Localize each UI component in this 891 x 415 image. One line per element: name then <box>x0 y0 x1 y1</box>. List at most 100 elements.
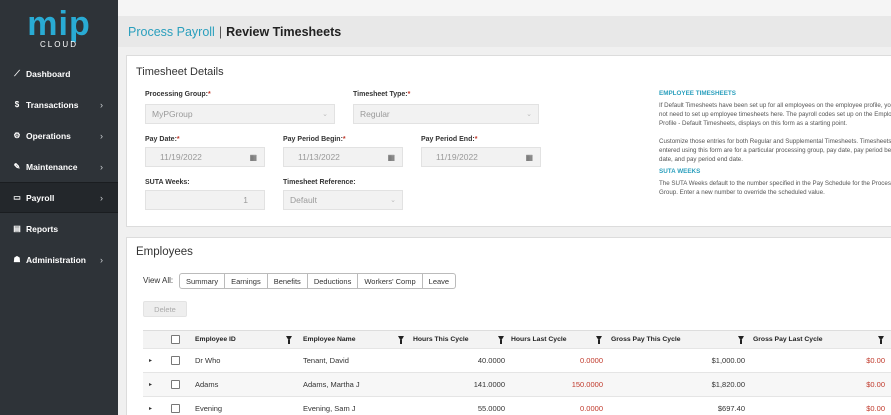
col-gross-last-label: Gross Pay Last Cycle <box>753 336 823 343</box>
suta-weeks-label: SUTA Weeks: <box>145 179 190 186</box>
view-tab-workers-comp[interactable]: Workers' Comp <box>358 273 423 289</box>
timesheet-details-title: Timesheet Details <box>136 66 224 78</box>
col-employee-name[interactable]: Employee Name <box>303 331 407 348</box>
suta-weeks-text: The SUTA Weeks default to the number spe… <box>659 180 891 196</box>
employees-title: Employees <box>136 246 193 258</box>
table-row[interactable]: ▸ Dr Who Tenant, David 40.0000 0.0000 $1,000.… <box>143 349 891 373</box>
chevron-right-icon: › <box>100 254 103 265</box>
money-icon: ▭ <box>13 193 21 202</box>
sidebar-item-operations[interactable]: ⚙ Operations › <box>0 120 118 151</box>
sidebar-item-label: Reports <box>26 223 59 234</box>
delete-button[interactable]: Delete <box>143 301 187 317</box>
cell-hours-last-cycle: 150.0000 <box>571 380 603 389</box>
sidebar-item-payroll[interactable]: ▭ Payroll › <box>0 182 118 213</box>
sidebar-item-label: Transactions <box>26 99 79 110</box>
users-icon: ☗ <box>13 255 21 264</box>
col-hours-this-cycle[interactable]: Hours This Cycle <box>413 331 507 348</box>
pay-date-field[interactable]: 11/19/2022 ▦ <box>145 147 265 167</box>
filter-icon[interactable] <box>596 336 602 344</box>
view-tab-summary[interactable]: Summary <box>179 273 226 289</box>
select-all-cell <box>171 331 183 348</box>
filter-icon[interactable] <box>878 336 884 344</box>
filter-icon[interactable] <box>498 336 504 344</box>
sidebar-item-dashboard[interactable]: ⟋ Dashboard <box>0 58 118 89</box>
dollar-icon: $ <box>14 100 20 109</box>
view-tab-earnings[interactable]: Earnings <box>225 273 268 289</box>
filter-icon[interactable] <box>738 336 744 344</box>
col-employee-id-label: Employee ID <box>195 336 236 343</box>
view-tab-leave[interactable]: Leave <box>422 273 457 289</box>
calendar-icon[interactable]: ▦ <box>249 153 257 162</box>
timesheet-details-panel: Timesheet Details Processing Group:* MyP… <box>126 55 891 227</box>
employees-panel: Employees View All: Summary Earnings Benef… <box>126 237 891 415</box>
page-title: Review Timesheets <box>226 24 342 39</box>
col-employee-id[interactable]: Employee ID <box>195 331 295 348</box>
table-row[interactable]: ▸ Adams Adams, Martha J 141.0000 150.0000 $1,… <box>143 373 891 397</box>
sidebar-item-administration[interactable]: ☗ Administration › <box>0 244 118 275</box>
col-hours-last-cycle[interactable]: Hours Last Cycle <box>511 331 605 348</box>
chevron-down-icon: ⌄ <box>390 197 396 204</box>
calendar-icon[interactable]: ▦ <box>387 153 395 162</box>
expand-cell: ▸ <box>149 349 159 372</box>
processing-group-select[interactable]: MyPGroup ⌄ <box>145 104 335 124</box>
chevron-right-icon: › <box>100 130 103 141</box>
expand-cell: ▸ <box>149 397 159 415</box>
chart-icon: ⟋ <box>14 68 20 78</box>
chevron-down-icon: ⌄ <box>322 111 328 118</box>
col-gross-pay-last-cycle[interactable]: Gross Pay Last Cycle <box>753 331 887 348</box>
breadcrumb-separator: | <box>218 24 223 39</box>
timesheet-type-select[interactable]: Regular ⌄ <box>353 104 539 124</box>
sidebar-item-reports[interactable]: ▤ Reports <box>0 213 118 244</box>
logo-brand: mip <box>27 4 91 43</box>
cell-gross-pay-last-cycle: $0.00 <box>866 404 885 413</box>
suta-weeks-input[interactable]: 1 <box>145 190 265 210</box>
cell-gross-pay-this-cycle: $1,820.00 <box>711 380 745 389</box>
select-all-checkbox[interactable] <box>171 335 180 344</box>
cell-employee-id: Dr Who <box>195 356 221 365</box>
cell-gross-pay-this-cycle: $697.40 <box>717 404 745 413</box>
pay-period-end-field[interactable]: 11/19/2022 ▦ <box>421 147 541 167</box>
cell-employee-name: Evening, Sam J <box>303 404 356 413</box>
pay-period-begin-field[interactable]: 11/13/2022 ▦ <box>283 147 403 167</box>
wrench-icon: ✎ <box>13 162 21 171</box>
logo-sub: CLOUD <box>39 39 78 49</box>
calendar-icon[interactable]: ▦ <box>525 153 533 162</box>
sidebar: mip CLOUD ⟋ Dashboard $ Transactions › ⚙ Opera… <box>0 0 118 415</box>
row-checkbox[interactable] <box>171 356 180 365</box>
timesheet-reference-label: Timesheet Reference: <box>283 179 356 186</box>
filter-icon[interactable] <box>286 336 292 344</box>
expand-row-icon[interactable]: ▸ <box>149 405 152 412</box>
sidebar-item-label: Administration <box>26 254 86 265</box>
chevron-down-icon: ⌄ <box>526 111 532 118</box>
sidebar-item-transactions[interactable]: $ Transactions › <box>0 89 118 120</box>
mip-cloud-logo[interactable]: mip CLOUD <box>0 0 118 58</box>
view-all-tabs: Summary Earnings Benefits Deductions Workers… <box>179 273 457 289</box>
cell-hours-last-cycle: 0.0000 <box>580 404 603 413</box>
table-row[interactable]: ▸ Evening Evening, Sam J 55.0000 0.0000 $697.… <box>143 397 891 415</box>
filter-icon[interactable] <box>398 336 404 344</box>
col-hours-this-label: Hours This Cycle <box>413 336 469 343</box>
pay-period-end-label: Pay Period End:* <box>421 136 478 143</box>
sidebar-item-label: Operations <box>26 130 71 141</box>
breadcrumb-process-payroll[interactable]: Process Payroll <box>128 25 215 39</box>
row-checkbox[interactable] <box>171 404 180 413</box>
col-gross-pay-this-cycle[interactable]: Gross Pay This Cycle <box>611 331 747 348</box>
help-text: EMPLOYEE TIMESHEETS If Default Timesheet… <box>659 89 891 197</box>
expand-row-icon[interactable]: ▸ <box>149 357 152 364</box>
cell-gross-pay-last-cycle: $0.00 <box>866 356 885 365</box>
cell-employee-id: Adams <box>195 380 219 389</box>
sidebar-item-maintenance[interactable]: ✎ Maintenance › <box>0 151 118 182</box>
expand-row-icon[interactable]: ▸ <box>149 381 152 388</box>
sidebar-item-label: Payroll <box>26 192 55 203</box>
employee-timesheets-text-2: Customize those entries for both Regular… <box>659 138 891 163</box>
cell-gross-pay-last-cycle: $0.00 <box>866 380 885 389</box>
processing-group-label: Processing Group:* <box>145 91 211 98</box>
row-checkbox[interactable] <box>171 380 180 389</box>
checkbox-cell <box>171 349 183 372</box>
view-tab-deductions[interactable]: Deductions <box>307 273 359 289</box>
file-icon: ▤ <box>13 224 21 233</box>
view-tab-benefits[interactable]: Benefits <box>267 273 308 289</box>
timesheet-reference-select[interactable]: Default ⌄ <box>283 190 403 210</box>
suta-weeks-heading: SUTA WEEKS <box>659 168 701 175</box>
view-all-label: View All: <box>143 276 174 285</box>
